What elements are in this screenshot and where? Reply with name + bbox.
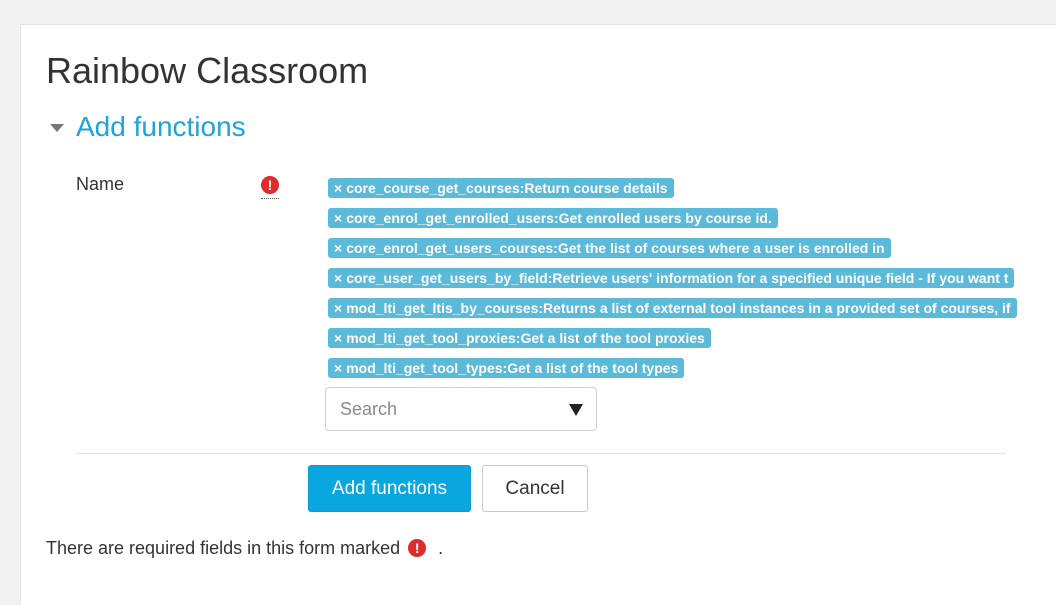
selected-function-tag[interactable]: × mod_lti_get_tool_proxies:Get a list of … (328, 328, 711, 348)
tag-label: mod_lti_get_ltis_by_courses:Returns a li… (346, 300, 1011, 316)
required-fields-text: There are required fields in this form m… (46, 538, 401, 558)
selected-function-tag[interactable]: × core_enrol_get_enrolled_users:Get enrol… (328, 208, 778, 228)
close-icon[interactable]: × (334, 210, 342, 226)
required-fields-suffix: . (438, 538, 444, 558)
selected-function-tag[interactable]: × mod_lti_get_ltis_by_courses:Returns a l… (328, 298, 1017, 318)
tag-row: × core_enrol_get_enrolled_users:Get enrol… (328, 208, 1056, 238)
tag-row: × core_user_get_users_by_field:Retrieve u… (328, 268, 1056, 298)
form-divider (76, 453, 1006, 454)
dropdown-arrow-icon[interactable] (569, 404, 583, 416)
selected-function-tag[interactable]: × core_enrol_get_users_courses:Get the li… (328, 238, 891, 258)
tag-row: × mod_lti_get_tool_types:Get a list of th… (328, 358, 1056, 388)
tag-row: × mod_lti_get_ltis_by_courses:Returns a l… (328, 298, 1056, 328)
close-icon[interactable]: × (334, 300, 342, 316)
close-icon[interactable]: × (334, 360, 342, 376)
tag-label: mod_lti_get_tool_proxies:Get a list of t… (346, 330, 705, 346)
close-icon[interactable]: × (334, 270, 342, 286)
exclamation-circle-icon: ! (261, 176, 279, 194)
selected-function-tag[interactable]: × core_course_get_courses:Return course d… (328, 178, 674, 198)
required-fields-note: There are required fields in this form m… (46, 536, 443, 560)
close-icon[interactable]: × (334, 330, 342, 346)
selected-functions-list: × core_course_get_courses:Return course d… (328, 178, 1056, 388)
selected-function-tag[interactable]: × core_user_get_users_by_field:Retrieve u… (328, 268, 1015, 288)
function-search-select[interactable] (325, 387, 597, 431)
page-title: Rainbow Classroom (46, 50, 369, 91)
close-icon[interactable]: × (334, 180, 342, 196)
tag-label: core_enrol_get_users_courses:Get the lis… (346, 240, 885, 256)
exclamation-circle-icon: ! (408, 539, 427, 557)
selected-function-tag[interactable]: × mod_lti_get_tool_types:Get a list of th… (328, 358, 685, 378)
tag-label: core_course_get_courses:Return course de… (346, 180, 668, 196)
section-title: Add functions (76, 111, 246, 142)
required-indicator: ! (261, 176, 279, 199)
name-field-label: Name (76, 174, 125, 194)
tag-label: mod_lti_get_tool_types:Get a list of the… (346, 360, 679, 376)
tag-label: core_user_get_users_by_field:Retrieve us… (346, 270, 1009, 286)
tag-row: × mod_lti_get_tool_proxies:Get a list of … (328, 328, 1056, 358)
tag-label: core_enrol_get_enrolled_users:Get enroll… (346, 210, 772, 226)
section-toggle-add-functions[interactable]: Add functions (50, 109, 246, 145)
tag-row: × core_enrol_get_users_courses:Get the li… (328, 238, 1056, 268)
add-functions-button[interactable]: Add functions (308, 465, 471, 512)
caret-down-icon (50, 124, 64, 132)
search-input[interactable] (326, 397, 542, 421)
cancel-button[interactable]: Cancel (482, 465, 588, 512)
tag-row: × core_course_get_courses:Return course d… (328, 178, 1056, 208)
close-icon[interactable]: × (334, 240, 342, 256)
main-region: Rainbow Classroom Add functions Name ! ×… (20, 24, 1056, 605)
